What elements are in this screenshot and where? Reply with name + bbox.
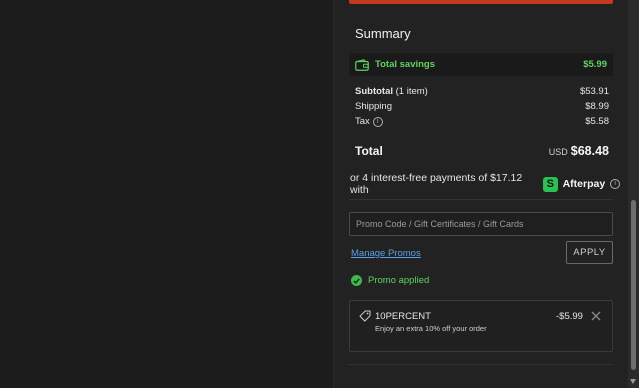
total-row: Total USD $68.48 [355,142,609,160]
total-savings-row: Total savings $5.99 [349,53,613,76]
scrollbar[interactable] [628,0,639,388]
applied-promo-card: 10PERCENT Enjoy an extra 10% off your or… [349,300,613,352]
shipping-row: Shipping $8.99 [355,101,609,112]
afterpay-row: or 4 interest-free payments of $17.12 wi… [350,172,620,196]
total-label: Total [355,144,383,158]
shipping-label: Shipping [355,101,392,112]
checkout-button[interactable] [349,0,613,4]
info-icon[interactable]: i [372,117,383,127]
divider [349,199,613,200]
afterpay-text: or 4 interest-free payments of $17.12 wi… [350,172,523,196]
wallet-icon [355,58,369,71]
manage-promos-link[interactable]: Manage Promos [351,248,421,259]
tag-icon [359,310,371,322]
afterpay-info-icon[interactable]: i [610,179,620,189]
subtotal-value: $53.91 [579,86,609,97]
promo-amount: -$5.99 [556,311,583,322]
total-savings-label: Total savings [375,59,436,70]
tax-value: $5.58 [585,116,609,127]
divider [349,364,613,365]
promo-applied-status: Promo applied [351,275,429,286]
tax-row: Tax i $5.58 [355,116,609,127]
promo-applied-label: Promo applied [368,275,430,286]
shipping-value: $8.99 [585,101,609,112]
subtotal-qty: (1 item) [395,86,428,97]
order-summary-panel: Summary Total savings $5.99 Subtotal (1 … [333,0,628,388]
subtotal-row: Subtotal (1 item) $53.91 [355,86,609,97]
close-icon[interactable] [590,310,602,322]
apply-button[interactable]: APPLY [566,241,613,264]
total-value: $68.48 [570,144,609,158]
promo-code-input[interactable] [349,212,613,236]
promo-code: 10PERCENT [375,311,431,322]
tax-label: Tax [355,116,370,127]
subtotal-label: Subtotal [355,86,393,97]
total-savings-value: $5.99 [583,59,607,70]
afterpay-logo-icon: S [542,176,558,192]
summary-title: Summary [355,26,411,41]
afterpay-brand: Afterpay [562,178,606,190]
page-background [0,0,333,388]
scrollbar-thumb[interactable] [631,200,636,370]
promo-description: Enjoy an extra 10% off your order [375,324,487,333]
scroll-down-arrow-icon[interactable] [630,379,636,384]
total-currency: USD [548,147,568,157]
check-circle-icon [351,275,362,286]
